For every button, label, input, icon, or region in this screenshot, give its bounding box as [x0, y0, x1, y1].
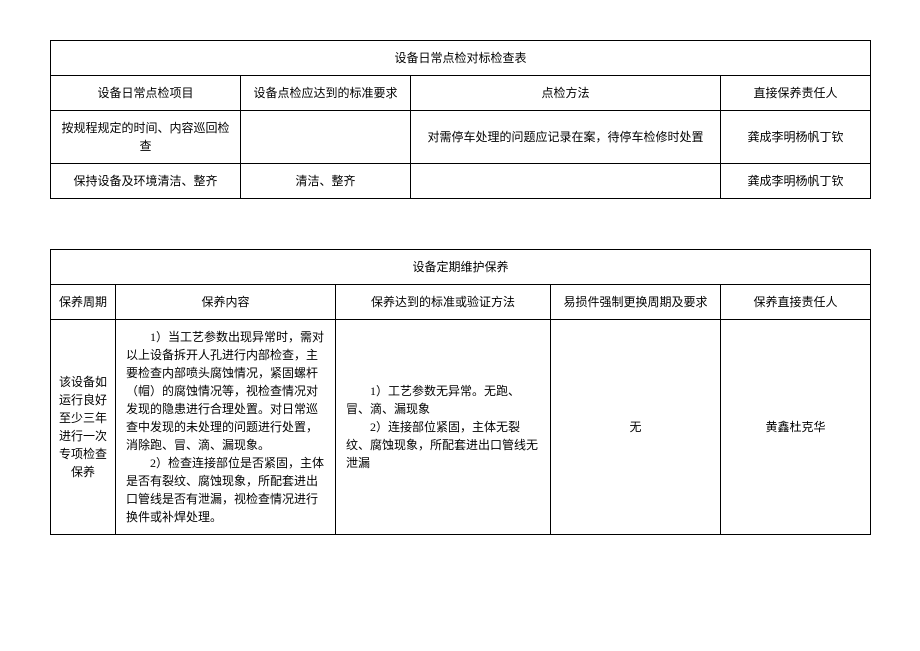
header-method: 点检方法 — [411, 76, 721, 111]
table-row: 按规程规定的时间、内容巡回检查 对需停车处理的问题应记录在案，待停车检修时处置 … — [51, 111, 871, 164]
header-standard: 保养达到的标准或验证方法 — [336, 285, 551, 320]
table-header-row: 设备日常点检项目 设备点检应达到的标准要求 点检方法 直接保养责任人 — [51, 76, 871, 111]
table-row: 保持设备及环境清洁、整齐 清洁、整齐 龚成李明杨帆丁钦 — [51, 164, 871, 199]
content-p1: 1）当工艺参数出现异常时，需对以上设备拆开人孔进行内部检查，主要检查内部喷头腐蚀… — [126, 328, 325, 454]
cell-person: 黄鑫杜克华 — [721, 320, 871, 535]
standard-p1: 1）工艺参数无异常。无跑、冒、滴、漏现象 — [346, 382, 540, 418]
cell-replace: 无 — [551, 320, 721, 535]
table-title-row: 设备日常点检对标检查表 — [51, 41, 871, 76]
table-row: 该设备如运行良好至少三年进行一次专项检查保养 1）当工艺参数出现异常时，需对以上… — [51, 320, 871, 535]
cell: 按规程规定的时间、内容巡回检查 — [51, 111, 241, 164]
cell — [241, 111, 411, 164]
standard-p2: 2）连接部位紧固，主体无裂纹、腐蚀现象，所配套进出口管线无泄漏 — [346, 418, 540, 472]
header-person: 保养直接责任人 — [721, 285, 871, 320]
periodic-maintenance-table: 设备定期维护保养 保养周期 保养内容 保养达到的标准或验证方法 易损件强制更换周… — [50, 249, 871, 535]
cell: 龚成李明杨帆丁钦 — [721, 111, 871, 164]
header-standard: 设备点检应达到的标准要求 — [241, 76, 411, 111]
table-title-row: 设备定期维护保养 — [51, 250, 871, 285]
daily-inspection-table: 设备日常点检对标检查表 设备日常点检项目 设备点检应达到的标准要求 点检方法 直… — [50, 40, 871, 199]
header-project: 设备日常点检项目 — [51, 76, 241, 111]
cell: 清洁、整齐 — [241, 164, 411, 199]
cell-standard: 1）工艺参数无异常。无跑、冒、滴、漏现象 2）连接部位紧固，主体无裂纹、腐蚀现象… — [336, 320, 551, 535]
header-content: 保养内容 — [116, 285, 336, 320]
header-cycle: 保养周期 — [51, 285, 116, 320]
cell-cycle: 该设备如运行良好至少三年进行一次专项检查保养 — [51, 320, 116, 535]
cell: 保持设备及环境清洁、整齐 — [51, 164, 241, 199]
content-p2: 2）检查连接部位是否紧固，主体是否有裂纹、腐蚀现象，所配套进出口管线是否有泄漏，… — [126, 454, 325, 526]
header-person: 直接保养责任人 — [721, 76, 871, 111]
header-replace: 易损件强制更换周期及要求 — [551, 285, 721, 320]
table1-title: 设备日常点检对标检查表 — [51, 41, 871, 76]
cell: 对需停车处理的问题应记录在案，待停车检修时处置 — [411, 111, 721, 164]
table2-title: 设备定期维护保养 — [51, 250, 871, 285]
cell — [411, 164, 721, 199]
cell-content: 1）当工艺参数出现异常时，需对以上设备拆开人孔进行内部检查，主要检查内部喷头腐蚀… — [116, 320, 336, 535]
table-header-row: 保养周期 保养内容 保养达到的标准或验证方法 易损件强制更换周期及要求 保养直接… — [51, 285, 871, 320]
cell: 龚成李明杨帆丁钦 — [721, 164, 871, 199]
